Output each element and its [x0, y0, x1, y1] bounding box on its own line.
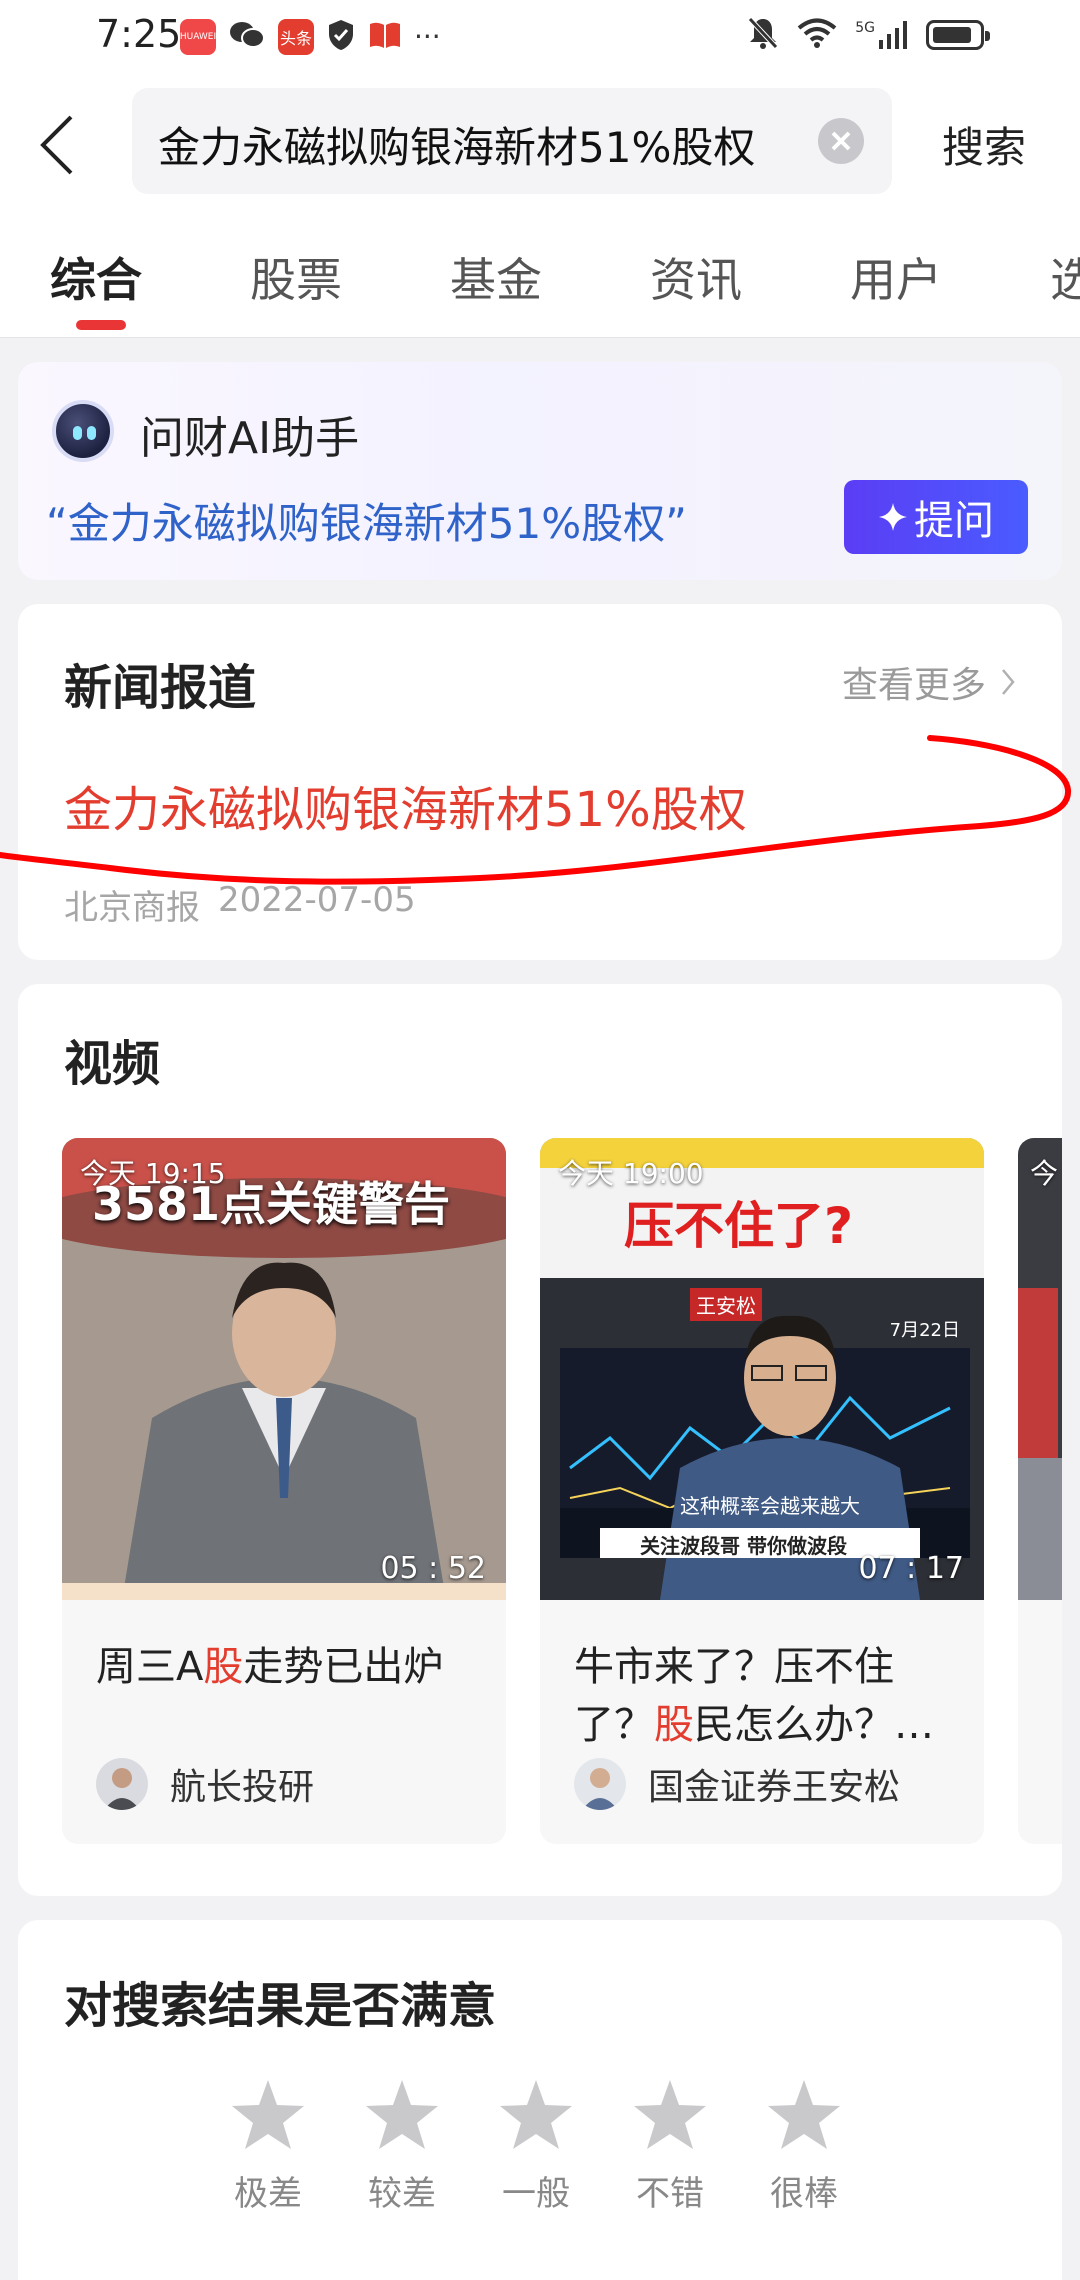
mute-bell-icon	[747, 16, 779, 54]
video-duration: 07 : 17	[858, 1551, 964, 1586]
star-icon	[634, 2080, 706, 2149]
search-input[interactable]: 金力永磁拟购银海新材51%股权	[132, 88, 892, 194]
ai-assistant-card[interactable]: 问财AI助手 “金力永磁拟购银海新材51%股权” 提问	[18, 362, 1062, 580]
video-title[interactable]: 周三A股走势已出炉	[96, 1638, 486, 1696]
video-item[interactable]: 压不住了? 王安松 7月22日 这种概率会越来越大 关注波段哥 带你做波段 今天…	[540, 1138, 984, 1844]
news-meta: 北京商报 2022-07-05	[64, 880, 416, 929]
video-time-label: 今	[1030, 1157, 1059, 1190]
ai-assistant-title: 问财AI助手	[140, 413, 360, 464]
rating-stars: 极差 较差 一般 不错 很棒	[230, 2078, 842, 2215]
signal-5g-icon: 5G	[855, 20, 908, 50]
sparkle-icon	[879, 503, 907, 531]
video-author[interactable]: 国金证券王安松	[574, 1758, 900, 1810]
feedback-section: 对搜索结果是否满意 极差 较差 一般 不错 很棒	[18, 1920, 1062, 2280]
video-section: 视频 今天 19:15 3581点关键警告 05 : 52 周三A股走势已出炉	[18, 984, 1062, 1896]
active-tab-indicator	[76, 320, 126, 330]
video-item-partial[interactable]: 今	[1018, 1138, 1062, 1844]
news-section: 新闻报道 查看更多 金力永磁拟购银海新材51%股权 北京商报 2022-07-0…	[18, 604, 1062, 960]
more-notifications-icon: ···	[414, 20, 441, 53]
video-name-badge: 王安松	[690, 1288, 762, 1321]
feedback-title: 对搜索结果是否满意	[64, 1978, 497, 2034]
avatar	[574, 1758, 626, 1810]
search-header: 金力永磁拟购银海新材51%股权 搜索	[0, 72, 1080, 212]
star-icon	[366, 2080, 438, 2149]
wifi-icon	[797, 17, 837, 53]
tab-news[interactable]: 资讯	[650, 244, 742, 310]
battery-icon	[926, 20, 990, 50]
video-item[interactable]: 今天 19:15 3581点关键警告 05 : 52 周三A股走势已出炉 航长投…	[62, 1138, 506, 1844]
tab-comprehensive[interactable]: 综合	[50, 244, 142, 310]
tab-more-partial[interactable]: 选	[1050, 244, 1080, 310]
video-thumbnail[interactable]: 今天 19:15 3581点关键警告 05 : 52	[62, 1138, 506, 1600]
rating-average[interactable]: 一般	[498, 2078, 574, 2215]
video-date-badge: 7月22日	[889, 1320, 960, 1341]
star-icon	[232, 2080, 304, 2149]
tab-funds[interactable]: 基金	[450, 244, 542, 310]
shield-icon	[326, 18, 356, 56]
huawei-app-icon: HUAWEI	[180, 19, 216, 55]
rating-very-bad[interactable]: 极差	[230, 2078, 306, 2215]
close-icon	[831, 131, 851, 151]
book-app-icon	[368, 20, 402, 54]
chevron-right-icon	[1002, 669, 1015, 695]
toutiao-app-icon: 头条	[278, 19, 314, 55]
star-icon	[500, 2080, 572, 2149]
rating-excellent[interactable]: 很棒	[766, 2078, 842, 2215]
video-thumbnail[interactable]: 今	[1018, 1138, 1062, 1600]
video-banner-text: 关注波段哥 带你做波段	[640, 1534, 847, 1558]
video-thumbnail[interactable]: 压不住了? 王安松 7月22日 这种概率会越来越大 关注波段哥 带你做波段 今天…	[540, 1138, 984, 1600]
news-section-title: 新闻报道	[64, 660, 257, 716]
author-name: 航长投研	[170, 1767, 315, 1808]
rating-good[interactable]: 不错	[632, 2078, 708, 2215]
see-more-label: 查看更多	[841, 665, 986, 706]
status-bar: 7:25 HUAWEI 头条 ··· 5G	[0, 0, 1080, 72]
ai-robot-icon	[52, 400, 114, 462]
news-source: 北京商报	[64, 888, 200, 928]
video-author[interactable]: 航长投研	[96, 1758, 314, 1810]
ask-button[interactable]: 提问	[844, 480, 1028, 554]
result-tabs: 综合 股票 基金 资讯 用户 选	[0, 212, 1080, 338]
tab-stocks[interactable]: 股票	[250, 244, 342, 310]
tab-users[interactable]: 用户	[850, 244, 942, 310]
video-title[interactable]: 牛市来了？压不住了？股民怎么办？…	[574, 1638, 964, 1754]
author-name: 国金证券王安松	[648, 1767, 901, 1808]
chevron-left-icon	[40, 115, 73, 175]
search-button[interactable]: 搜索	[942, 114, 1026, 175]
clear-search-button[interactable]	[818, 118, 864, 164]
news-headline-link[interactable]: 金力永磁拟购银海新材51%股权	[64, 770, 747, 840]
wechat-icon	[228, 19, 266, 55]
back-button[interactable]	[32, 110, 82, 180]
ai-suggested-query[interactable]: “金力永磁拟购银海新材51%股权”	[46, 490, 687, 551]
news-date: 2022-07-05	[218, 880, 416, 920]
video-section-title: 视频	[64, 1036, 161, 1092]
video-overlay-text: 3581点关键警告	[92, 1177, 451, 1231]
video-caption-text: 这种概率会越来越大	[680, 1494, 860, 1518]
ask-button-label: 提问	[914, 498, 994, 544]
video-time-label: 今天 19:00	[558, 1157, 704, 1190]
status-time: 7:25	[96, 12, 182, 56]
search-query-text[interactable]: 金力永磁拟购银海新材51%股权	[158, 114, 755, 175]
video-duration: 05 : 52	[380, 1551, 486, 1586]
video-overlay-text: 压不住了?	[624, 1197, 854, 1255]
rating-bad[interactable]: 较差	[364, 2078, 440, 2215]
star-icon	[768, 2080, 840, 2149]
see-more-link[interactable]: 查看更多	[842, 656, 1016, 708]
avatar	[96, 1758, 148, 1810]
status-app-icons: HUAWEI 头条 ···	[180, 18, 441, 56]
status-system-icons: 5G	[747, 16, 990, 54]
